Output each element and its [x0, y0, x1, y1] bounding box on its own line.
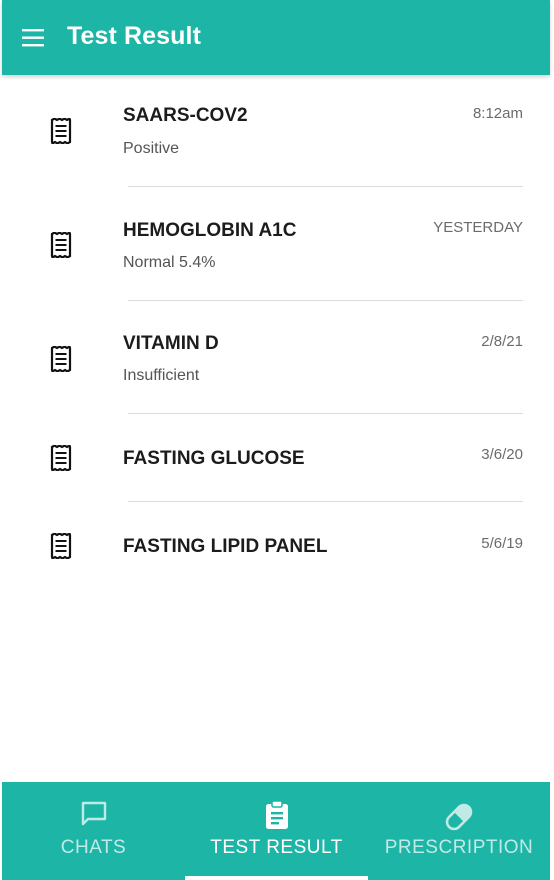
test-date: 5/6/19: [481, 535, 523, 552]
tab-label: CHATS: [60, 837, 127, 858]
tab-prescription[interactable]: PRESCRIPTION: [368, 782, 550, 880]
test-detail: Normal 5.4%: [123, 254, 216, 271]
tab-test-result[interactable]: TEST RESULT: [185, 782, 368, 880]
test-name: VITAMIN D: [123, 333, 219, 354]
test-result-item[interactable]: VITAMIN D Insufficient 2/8/21: [2, 301, 550, 414]
test-name: HEMOGLOBIN A1C: [123, 220, 297, 241]
test-result-item[interactable]: FASTING LIPID PANEL 5/6/19: [2, 502, 550, 592]
document-icon: [50, 230, 72, 260]
test-date: 8:12am: [472, 105, 523, 122]
test-date: 3/6/20: [481, 446, 523, 463]
clipboard-icon: [263, 800, 291, 835]
test-result-item[interactable]: HEMOGLOBIN A1C Normal 5.4% YESTERDAY: [2, 187, 550, 301]
test-result-item[interactable]: FASTING GLUCOSE 3/6/20: [2, 414, 550, 501]
document-icon: [50, 116, 72, 146]
app-screen: Test Result SAARS-COV2 Positive 8:12am H…: [0, 0, 554, 880]
test-detail: Insufficient: [123, 367, 200, 384]
document-icon: [50, 443, 72, 473]
tab-chats[interactable]: CHATS: [2, 782, 185, 880]
document-icon: [50, 531, 72, 561]
test-name: FASTING GLUCOSE: [123, 448, 305, 469]
active-tab-indicator: [185, 876, 368, 880]
pill-icon: [442, 800, 476, 839]
document-icon: [50, 344, 72, 374]
test-name: FASTING LIPID PANEL: [123, 536, 328, 557]
chat-bubble-icon: [80, 800, 108, 833]
test-name: SAARS-COV2: [123, 105, 248, 126]
bottom-navigation: CHATS TEST RESULT PRESCRIPTION: [2, 782, 550, 880]
menu-icon[interactable]: [22, 28, 46, 48]
tab-label: TEST RESULT: [210, 837, 343, 858]
test-result-item[interactable]: SAARS-COV2 Positive 8:12am: [2, 75, 550, 187]
page-title: Test Result: [67, 22, 201, 50]
test-detail: Positive: [123, 140, 180, 157]
test-date: 2/8/21: [481, 333, 523, 350]
app-bar: Test Result: [2, 0, 550, 75]
tab-label: PRESCRIPTION: [384, 837, 534, 858]
test-date: YESTERDAY: [433, 219, 523, 236]
